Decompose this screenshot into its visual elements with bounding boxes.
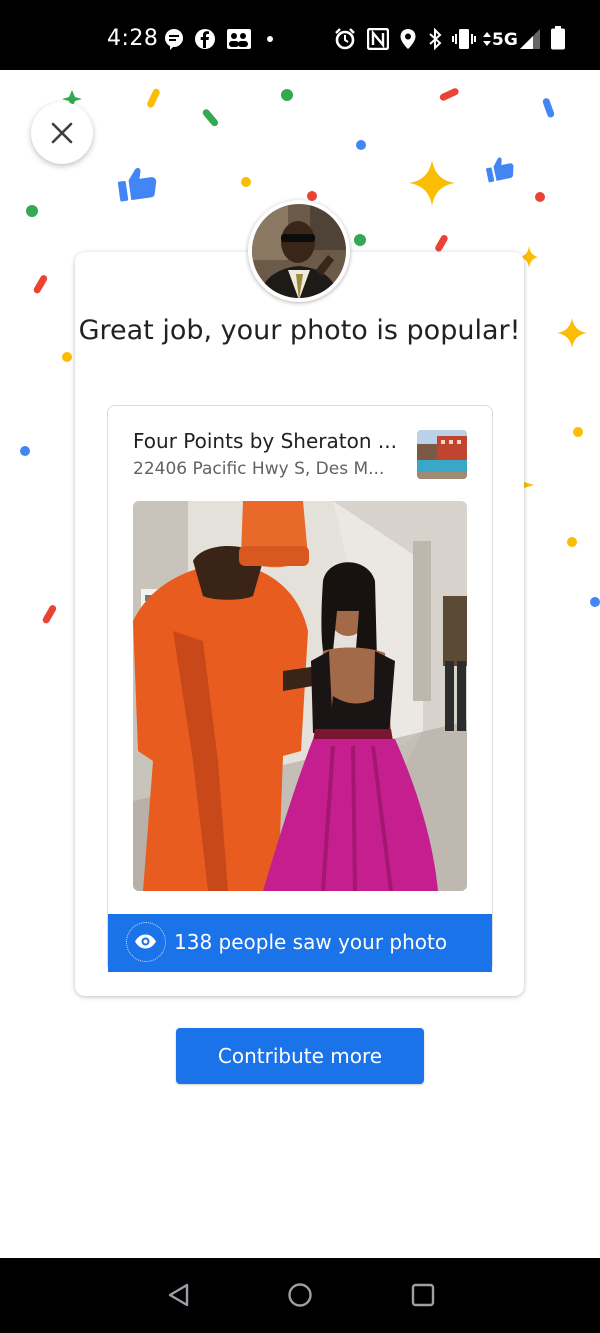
back-icon[interactable] <box>166 1282 192 1308</box>
thumbs-up-icon <box>485 157 514 183</box>
confetti-piece <box>535 192 545 202</box>
facebook-icon <box>195 29 215 49</box>
contribute-more-button[interactable]: Contribute more <box>176 1028 424 1084</box>
confetti-piece <box>62 352 72 362</box>
recents-icon[interactable] <box>410 1282 436 1308</box>
network-type: 5G <box>492 30 518 50</box>
confetti-piece <box>542 98 555 118</box>
confetti-piece <box>567 537 577 547</box>
confetti-piece <box>26 205 38 217</box>
close-icon <box>51 122 73 144</box>
confetti-piece <box>356 140 366 150</box>
place-name: Four Points by Sheraton ... <box>133 429 397 453</box>
confetti-piece <box>439 88 459 101</box>
confetti-piece <box>241 177 251 187</box>
confetti-yellow-star <box>557 318 587 348</box>
navigation-bar <box>0 1258 600 1333</box>
page-title: Great job, your photo is popular! <box>78 315 521 346</box>
confetti-yellow-star <box>409 160 455 206</box>
confetti-piece <box>42 605 57 624</box>
confetti-piece <box>20 446 30 456</box>
confetti-piece <box>202 109 219 127</box>
status-time: 4:28 <box>107 26 159 51</box>
confetti-piece <box>524 482 534 488</box>
vibrate-icon <box>452 29 476 49</box>
status-bar: 4:28 5G <box>0 0 600 70</box>
views-icon-ring <box>126 922 166 962</box>
bluetooth-icon <box>429 28 442 50</box>
location-icon <box>400 29 416 49</box>
home-icon[interactable] <box>287 1282 313 1308</box>
confetti-piece <box>147 88 160 108</box>
popular-photo[interactable] <box>133 501 467 891</box>
confetti-piece <box>33 275 48 294</box>
message-icon <box>165 29 183 50</box>
views-count-text: 138 people saw your photo <box>174 930 448 954</box>
confetti-piece <box>307 191 317 201</box>
thumbs-up-icon <box>117 167 157 202</box>
eye-icon <box>135 934 156 949</box>
contacts-icon <box>227 29 251 49</box>
confetti-piece <box>435 234 448 252</box>
confetti-piece <box>281 89 293 101</box>
dot-icon <box>267 36 273 42</box>
data-arrows-icon <box>483 32 491 46</box>
signal-icon <box>520 29 540 49</box>
confetti-piece <box>573 427 583 437</box>
alarm-icon <box>335 28 355 50</box>
confetti-piece <box>590 597 600 607</box>
place-thumbnail <box>417 430 467 479</box>
place-address: 22406 Pacific Hwy S, Des M... <box>133 459 385 479</box>
battery-icon <box>551 26 565 50</box>
nfc-icon <box>367 28 389 50</box>
avatar <box>248 200 350 302</box>
confetti-piece <box>354 234 366 246</box>
close-button[interactable] <box>31 102 93 164</box>
